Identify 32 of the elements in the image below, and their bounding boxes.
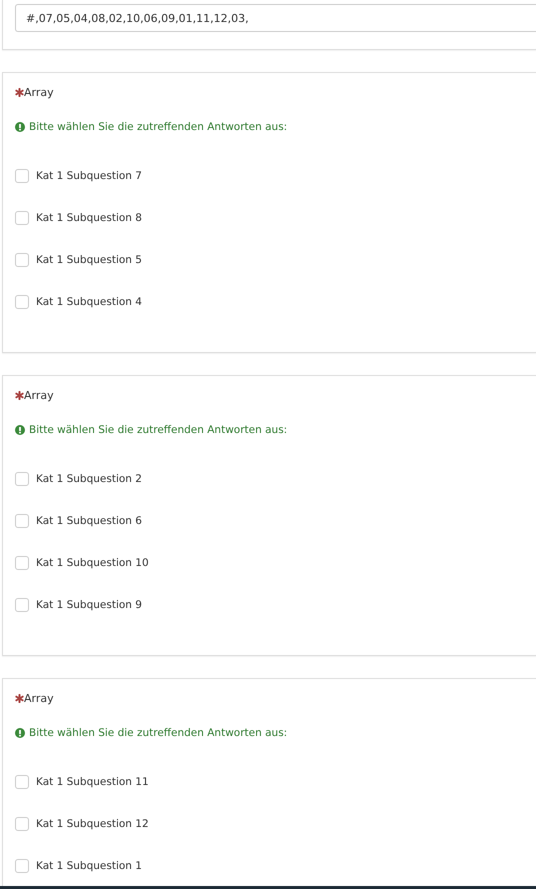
option-label[interactable]: Kat 1 Subquestion 9 (36, 599, 142, 611)
checkbox[interactable] (15, 295, 29, 309)
exclamation-icon (15, 425, 25, 435)
option-label[interactable]: Kat 1 Subquestion 8 (36, 212, 142, 224)
hint-text: Bitte wählen Sie die zutreffenden Antworten aus: (29, 121, 288, 133)
question-title: Array (24, 86, 54, 98)
question-title: Array (24, 692, 54, 704)
checkbox[interactable] (15, 211, 29, 225)
checkbox[interactable] (15, 169, 29, 183)
checkbox[interactable] (15, 556, 29, 570)
option-label[interactable]: Kat 1 Subquestion 10 (36, 557, 149, 569)
question-title: Array (24, 388, 54, 402)
checkbox[interactable] (15, 598, 29, 612)
option-label[interactable]: Kat 1 Subquestion 6 (36, 515, 142, 527)
checkbox[interactable] (15, 817, 29, 831)
checkbox[interactable] (15, 472, 29, 486)
checkbox[interactable] (15, 859, 29, 873)
hint-text: Bitte wählen Sie die zutreffenden Antworten aus: (29, 424, 288, 436)
option-label[interactable]: Kat 1 Subquestion 4 (36, 296, 142, 308)
option-label[interactable]: Kat 1 Subquestion 12 (36, 818, 149, 830)
checkbox[interactable] (15, 514, 29, 528)
input-field[interactable]: #,07,05,04,08,02,10,06,09,01,11,12,03, (15, 4, 536, 32)
option-label[interactable]: Kat 1 Subquestion 1 (36, 860, 142, 872)
option-label[interactable]: Kat 1 Subquestion 5 (36, 254, 142, 266)
checkbox[interactable] (15, 775, 29, 789)
option-label[interactable]: Kat 1 Subquestion 11 (36, 776, 149, 788)
checkbox[interactable] (15, 253, 29, 267)
exclamation-icon (15, 122, 25, 132)
option-label[interactable]: Kat 1 Subquestion 2 (36, 473, 142, 485)
hint-text: Bitte wählen Sie die zutreffenden Antworten aus: (29, 727, 288, 739)
option-label[interactable]: Kat 1 Subquestion 7 (36, 170, 142, 182)
exclamation-icon (15, 728, 25, 738)
